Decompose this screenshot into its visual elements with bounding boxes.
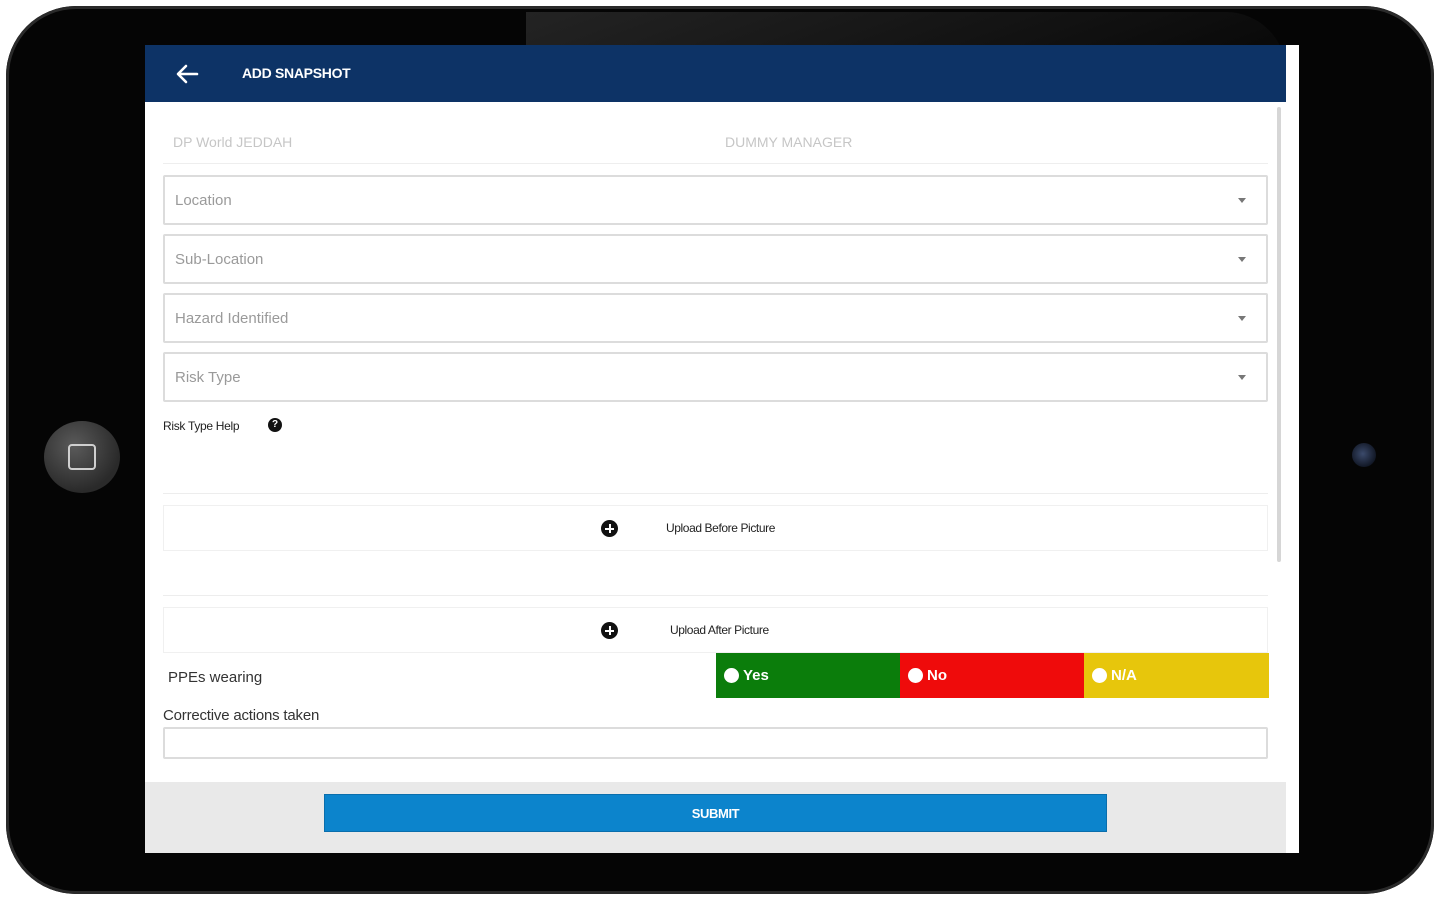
camera-icon: [1352, 443, 1376, 467]
risk-type-dropdown[interactable]: Risk Type: [163, 352, 1268, 402]
chevron-down-icon: [1238, 316, 1246, 321]
footer-bar: SUBMIT: [145, 782, 1286, 853]
add-circle-icon: [601, 520, 618, 537]
ppe-option-na-label: N/A: [1111, 667, 1137, 684]
corrective-actions-label: Corrective actions taken: [163, 707, 320, 724]
ppe-option-yes[interactable]: Yes: [716, 653, 900, 698]
scrollbar[interactable]: [1277, 107, 1281, 562]
ppe-option-na[interactable]: N/A: [1084, 653, 1269, 698]
submit-button[interactable]: SUBMIT: [324, 794, 1107, 832]
app-screen: ADD SNAPSHOT DP World JEDDAH DUMMY MANAG…: [145, 45, 1299, 853]
radio-icon: [724, 668, 739, 683]
chevron-down-icon: [1238, 257, 1246, 262]
risk-type-help-label: Risk Type Help: [163, 419, 240, 433]
location-dropdown[interactable]: Location: [163, 175, 1268, 225]
ppe-option-no[interactable]: No: [900, 653, 1084, 698]
sub-location-dropdown[interactable]: Sub-Location: [163, 234, 1268, 284]
home-button[interactable]: [44, 421, 120, 493]
add-circle-icon: [601, 622, 618, 639]
chevron-down-icon: [1238, 375, 1246, 380]
radio-icon: [908, 668, 923, 683]
radio-icon: [1092, 668, 1107, 683]
page-title: ADD SNAPSHOT: [242, 65, 351, 81]
manager-name: DUMMY MANAGER: [725, 134, 853, 150]
chevron-down-icon: [1238, 198, 1246, 203]
back-arrow-icon[interactable]: [175, 63, 199, 85]
hazard-identified-placeholder: Hazard Identified: [175, 310, 289, 327]
upload-before-picture-button[interactable]: Upload Before Picture: [163, 505, 1268, 551]
divider: [163, 493, 1268, 494]
home-square-icon: [68, 444, 96, 470]
ppe-option-yes-label: Yes: [743, 667, 769, 684]
company-name: DP World JEDDAH: [173, 134, 293, 150]
app-bar: ADD SNAPSHOT: [145, 45, 1286, 102]
divider: [163, 595, 1268, 596]
sub-location-placeholder: Sub-Location: [175, 251, 264, 268]
location-placeholder: Location: [175, 192, 232, 209]
help-icon[interactable]: ?: [268, 418, 282, 432]
upload-after-picture-button[interactable]: Upload After Picture: [163, 607, 1268, 653]
ppe-wearing-label: PPEs wearing: [168, 669, 263, 686]
risk-type-placeholder: Risk Type: [175, 369, 241, 386]
upload-before-label: Upload Before Picture: [666, 521, 775, 535]
hazard-identified-dropdown[interactable]: Hazard Identified: [163, 293, 1268, 343]
corrective-actions-input[interactable]: [163, 727, 1268, 759]
info-row: DP World JEDDAH DUMMY MANAGER: [163, 102, 1268, 164]
ppe-option-no-label: No: [927, 667, 947, 684]
upload-after-label: Upload After Picture: [670, 623, 769, 637]
